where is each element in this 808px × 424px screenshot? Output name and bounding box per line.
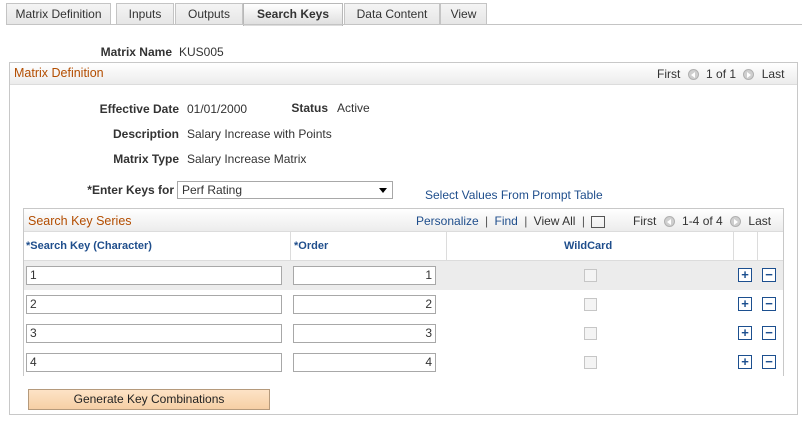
enter-keys-select[interactable]: Perf Rating — [177, 181, 393, 199]
description-value: Salary Increase with Points — [187, 127, 332, 141]
tab-matrix-definition[interactable]: Matrix Definition — [6, 3, 111, 24]
enter-keys-label: *Enter Keys for — [87, 183, 174, 197]
matrix-type-label: Matrix Type — [113, 152, 179, 166]
status-label: Status — [291, 101, 328, 115]
nav-last[interactable]: Last — [748, 214, 771, 228]
sep: | — [485, 214, 489, 228]
matrix-type-value: Salary Increase Matrix — [187, 152, 307, 166]
nav-range: 1 of 1 — [706, 67, 737, 81]
grid-column-headers: *Search Key (Character) *Order WildCard — [24, 232, 783, 261]
effective-date-value: 01/01/2000 — [187, 102, 248, 116]
tab-label: Search Keys — [256, 7, 330, 21]
status-value: Active — [337, 101, 370, 115]
add-row-button[interactable]: + — [738, 297, 752, 311]
table-row: 1 1 + − — [24, 261, 783, 291]
matrix-name-label: Matrix Name — [100, 45, 172, 59]
col-order[interactable]: *Order — [294, 240, 328, 252]
group-nav: First 1 of 1 Last — [657, 67, 784, 81]
search-key-input[interactable]: 3 — [26, 324, 282, 343]
add-row-button[interactable]: + — [738, 355, 752, 369]
wildcard-checkbox[interactable] — [584, 269, 597, 282]
personalize-link[interactable]: Personalize — [416, 214, 479, 228]
circle-right-arrow-icon[interactable] — [743, 69, 755, 81]
expand-grid-icon[interactable] — [591, 215, 606, 228]
sep: | — [524, 214, 528, 228]
tab-label: Data Content — [356, 7, 428, 21]
tab-label: Outputs — [187, 7, 231, 21]
tab-inputs[interactable]: Inputs — [116, 3, 174, 24]
search-key-input[interactable]: 4 — [26, 353, 282, 372]
tab-search-keys[interactable]: Search Keys — [243, 3, 343, 26]
delete-row-button[interactable]: − — [762, 297, 776, 311]
add-row-button[interactable]: + — [738, 268, 752, 282]
nav-last[interactable]: Last — [762, 67, 785, 81]
delete-row-button[interactable]: − — [762, 326, 776, 340]
order-input[interactable]: 1 — [293, 266, 436, 285]
tab-divider — [6, 24, 802, 25]
view-all-link[interactable]: View All — [534, 214, 576, 228]
search-key-grid: Search Key Series Personalize | Find | V… — [23, 208, 784, 377]
generate-key-combinations-button[interactable]: Generate Key Combinations — [28, 389, 270, 410]
prompt-table-link[interactable]: Select Values From Prompt Table — [425, 188, 603, 202]
search-key-input[interactable]: 1 — [26, 266, 282, 285]
group-title: Matrix Definition — [14, 66, 104, 80]
delete-row-button[interactable]: − — [762, 355, 776, 369]
wildcard-checkbox[interactable] — [584, 298, 597, 311]
order-input[interactable]: 4 — [293, 353, 436, 372]
order-input[interactable]: 3 — [293, 324, 436, 343]
grid-nav: First 1-4 of 4 Last — [633, 214, 771, 228]
table-row: 4 4 + − — [24, 348, 783, 377]
col-search-key[interactable]: *Search Key (Character) — [26, 240, 152, 252]
chevron-down-icon[interactable] — [379, 188, 387, 193]
group-header: Matrix Definition First 1 of 1 Last — [10, 63, 797, 85]
tab-data-content[interactable]: Data Content — [344, 3, 440, 24]
sep: | — [581, 214, 585, 228]
table-row: 2 2 + − — [24, 290, 783, 320]
description-label: Description — [112, 127, 179, 141]
table-row: 3 3 + − — [24, 319, 783, 349]
wildcard-checkbox[interactable] — [584, 327, 597, 340]
grid-header: Search Key Series Personalize | Find | V… — [24, 209, 783, 232]
grid-title: Search Key Series — [28, 214, 132, 228]
grid-tools: Personalize | Find | View All | — [416, 214, 606, 228]
tab-label: Matrix Definition — [15, 7, 102, 21]
circle-left-arrow-icon[interactable] — [687, 69, 699, 81]
enter-keys-value: Perf Rating — [182, 183, 243, 197]
tab-label: Inputs — [128, 7, 162, 21]
effective-date-label: Effective Date — [99, 102, 179, 116]
col-wildcard[interactable]: WildCard — [564, 240, 612, 252]
tab-outputs[interactable]: Outputs — [175, 3, 243, 24]
order-input[interactable]: 2 — [293, 295, 436, 314]
add-row-button[interactable]: + — [738, 326, 752, 340]
search-key-input[interactable]: 2 — [26, 295, 282, 314]
delete-row-button[interactable]: − — [762, 268, 776, 282]
find-link[interactable]: Find — [495, 214, 518, 228]
nav-range: 1-4 of 4 — [682, 214, 723, 228]
matrix-name-value: KUS005 — [179, 45, 224, 59]
nav-first[interactable]: First — [657, 67, 680, 81]
tab-label: View — [450, 7, 477, 21]
circle-left-arrow-icon[interactable] — [663, 216, 675, 228]
wildcard-checkbox[interactable] — [584, 356, 597, 369]
nav-first[interactable]: First — [633, 214, 656, 228]
circle-right-arrow-icon[interactable] — [730, 216, 742, 228]
tab-view[interactable]: View — [440, 3, 487, 24]
